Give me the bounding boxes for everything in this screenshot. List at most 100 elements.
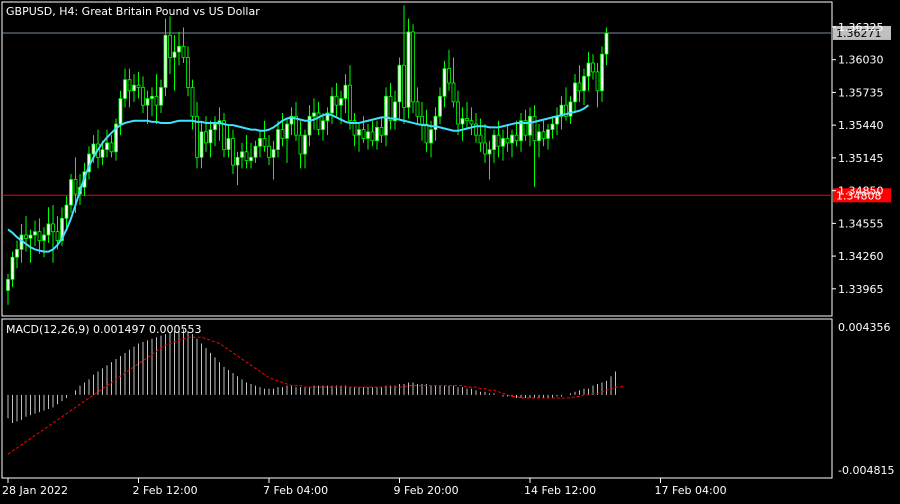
candle-body-down: [73, 179, 78, 195]
candle-body-down: [298, 134, 303, 155]
candle-body-up: [33, 231, 37, 236]
chart-canvas[interactable]: 1.362711.34808 1.36325 1.36030 1.35735 1.35…: [0, 0, 900, 500]
candle-body-up: [46, 223, 51, 236]
candle-body-down: [465, 118, 469, 122]
candle-body-up: [397, 64, 402, 103]
candle-body-up: [442, 68, 447, 97]
candle-body-up: [537, 131, 541, 142]
candle-body-up: [573, 82, 577, 103]
candle-body-down: [190, 87, 195, 117]
candle-body-up: [10, 256, 15, 280]
candle-body-up: [460, 118, 465, 125]
price-tick-label: 1.34555: [838, 217, 884, 230]
candle-body-up: [271, 149, 276, 158]
candle-body-up: [343, 84, 348, 99]
candle-body-up: [226, 138, 231, 150]
candle-body-up: [330, 95, 334, 114]
trading-chart-window[interactable]: 1.36271 1.34808 1.36325 1.36030 1.35735 1.35…: [0, 0, 900, 500]
candle-body-up: [510, 134, 514, 144]
candle-body-up: [303, 134, 307, 155]
candle-body-up: [208, 129, 213, 144]
macd-tick-label: -0.004815: [838, 464, 894, 477]
price-tick-label: 1.36325: [838, 21, 884, 34]
time-tick-label: 14 Feb 12:00: [524, 484, 596, 497]
candle-body-up: [285, 123, 289, 139]
candle-body-down: [154, 95, 159, 106]
candle-body-down: [348, 84, 352, 122]
candle-body-up: [28, 234, 33, 239]
candle-body-up: [249, 156, 253, 162]
candle-body-down: [37, 231, 42, 241]
price-tick-label: 1.36030: [838, 54, 884, 67]
candle-body-up: [69, 179, 73, 206]
price-tick-label: 1.35145: [838, 152, 884, 165]
price-reference-lines: 1.362711.34808: [2, 25, 891, 203]
candle-body-up: [253, 145, 258, 158]
candle-body-up: [433, 115, 438, 130]
candle-body-down: [51, 223, 55, 233]
candle-body-up: [307, 115, 312, 136]
macd-tick-label: 0.004356: [838, 321, 891, 334]
candle-body-up: [357, 129, 361, 136]
candle-body-up: [339, 98, 343, 106]
candle-body-down: [591, 62, 595, 73]
candle-body-up: [6, 278, 10, 291]
candle-body-up: [123, 79, 127, 99]
candle-body-up: [550, 123, 555, 130]
candle-body-down: [379, 126, 384, 136]
candle-body-down: [451, 82, 456, 103]
candle-body-down: [109, 142, 114, 153]
candle-body-down: [181, 45, 186, 58]
candle-body-down: [505, 138, 510, 144]
time-tick-label: 7 Feb 04:00: [263, 484, 328, 497]
candle-body-up: [312, 112, 316, 117]
candle-body-up: [64, 204, 69, 219]
candle-body-up: [235, 156, 240, 166]
candle-body-down: [280, 129, 285, 139]
macd-histogram: [7, 329, 616, 423]
time-tick-label: 9 Feb 20:00: [394, 484, 459, 497]
price-tick-label: 1.35440: [838, 119, 884, 132]
candle-body-down: [514, 134, 519, 142]
candle-body-down: [204, 131, 208, 144]
candle-body-up: [258, 138, 262, 147]
candle-body-down: [24, 234, 28, 239]
candle-body-up: [487, 149, 492, 155]
candle-body-down: [478, 134, 483, 144]
candle-body-down: [469, 120, 474, 125]
time-tick-label: 17 Feb 04:00: [655, 484, 727, 497]
candle-body-up: [492, 134, 496, 150]
candle-body-down: [141, 87, 145, 106]
candle-body-down: [577, 82, 582, 92]
candle-body-up: [240, 151, 244, 158]
candle-body-down: [402, 64, 406, 108]
candle-body-down: [420, 115, 424, 125]
moving-average-line: [7, 104, 590, 253]
price-tick-label: 1.34260: [838, 250, 884, 263]
candle-body-up: [199, 131, 204, 158]
candle-body-down: [267, 145, 271, 158]
candle-body-up: [15, 249, 19, 258]
candle-body-up: [276, 129, 280, 150]
candle-body-down: [244, 151, 249, 162]
candle-body-down: [334, 95, 339, 106]
candle-body-up: [384, 95, 388, 136]
candle-body-up: [501, 138, 505, 147]
candle-body-down: [415, 101, 420, 117]
candle-body-up: [150, 95, 154, 99]
candle-body-up: [586, 62, 591, 77]
time-tick-label: 28 Jan 2022: [2, 484, 68, 497]
candle-body-up: [163, 34, 168, 88]
axis-labels: 1.36325 1.36030 1.35735 1.35440 1.35145 1.348…: [2, 21, 894, 497]
candle-body-up: [429, 129, 433, 144]
candle-body-up: [582, 75, 586, 92]
candle-body-down: [483, 142, 487, 155]
candle-body-up: [42, 234, 46, 241]
price-pane-border: [1, 1, 833, 317]
candle-body-down: [361, 129, 366, 139]
candle-body-down: [262, 138, 267, 147]
candle-body-down: [595, 71, 600, 92]
candle-body-up: [213, 123, 217, 130]
candle-body-up: [100, 149, 105, 158]
candle-body-down: [231, 138, 235, 166]
